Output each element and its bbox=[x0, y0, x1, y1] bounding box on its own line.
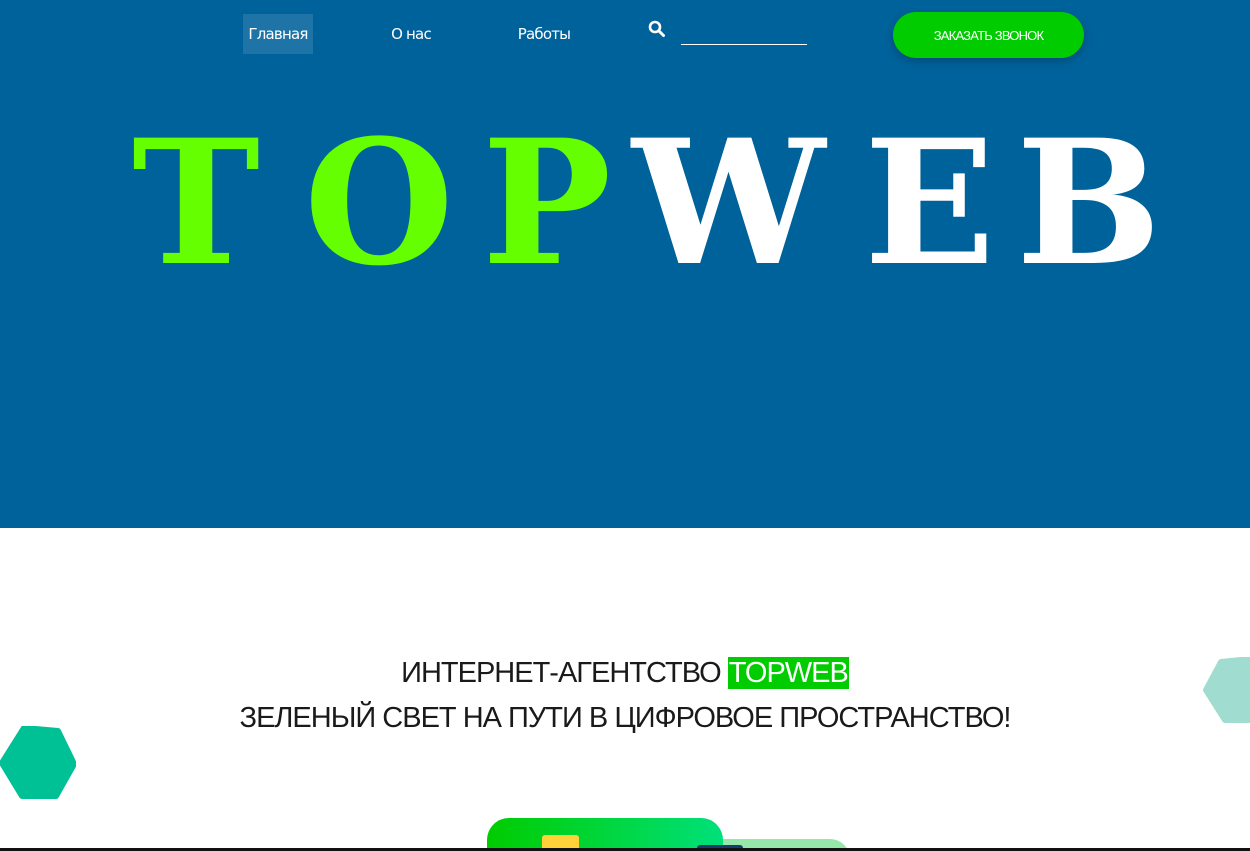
hero-section: Главная О нас Работы ЗАКАЗАТЬ ЗВОНОК T O… bbox=[0, 0, 1250, 528]
services-cards-preview bbox=[0, 812, 1250, 851]
nav-item-about[interactable]: О нас bbox=[380, 14, 442, 54]
order-call-button[interactable]: ЗАКАЗАТЬ ЗВОНОК bbox=[893, 12, 1084, 58]
site-logo: T O P W E B bbox=[132, 101, 1161, 304]
intro-prefix: ИНТЕРНЕТ-АГЕНТСТВО bbox=[401, 657, 722, 689]
logo-letter: T bbox=[132, 101, 260, 304]
intro-brand-highlight: TOPWEB bbox=[727, 657, 849, 689]
nav-item-home[interactable]: Главная bbox=[243, 14, 313, 54]
logo-letter: E bbox=[864, 101, 996, 304]
intro-heading: ИНТЕРНЕТ-АГЕНТСТВО TOPWEB bbox=[0, 657, 1250, 690]
hexagon-decoration-left bbox=[0, 726, 76, 799]
nav-item-works[interactable]: Работы bbox=[508, 14, 580, 54]
logo-letter: W bbox=[632, 101, 826, 304]
intro-subheading: ЗЕЛЕНЫЙ СВЕТ НА ПУТИ В ЦИФРОВОЕ ПРОСТРАН… bbox=[239, 702, 1012, 734]
search-icon[interactable] bbox=[648, 20, 666, 38]
logo-letter: B bbox=[1016, 101, 1162, 304]
search-input[interactable] bbox=[681, 24, 807, 45]
service-card[interactable] bbox=[487, 818, 723, 851]
logo-letter: P bbox=[482, 101, 612, 304]
logo-letter: O bbox=[304, 101, 454, 304]
